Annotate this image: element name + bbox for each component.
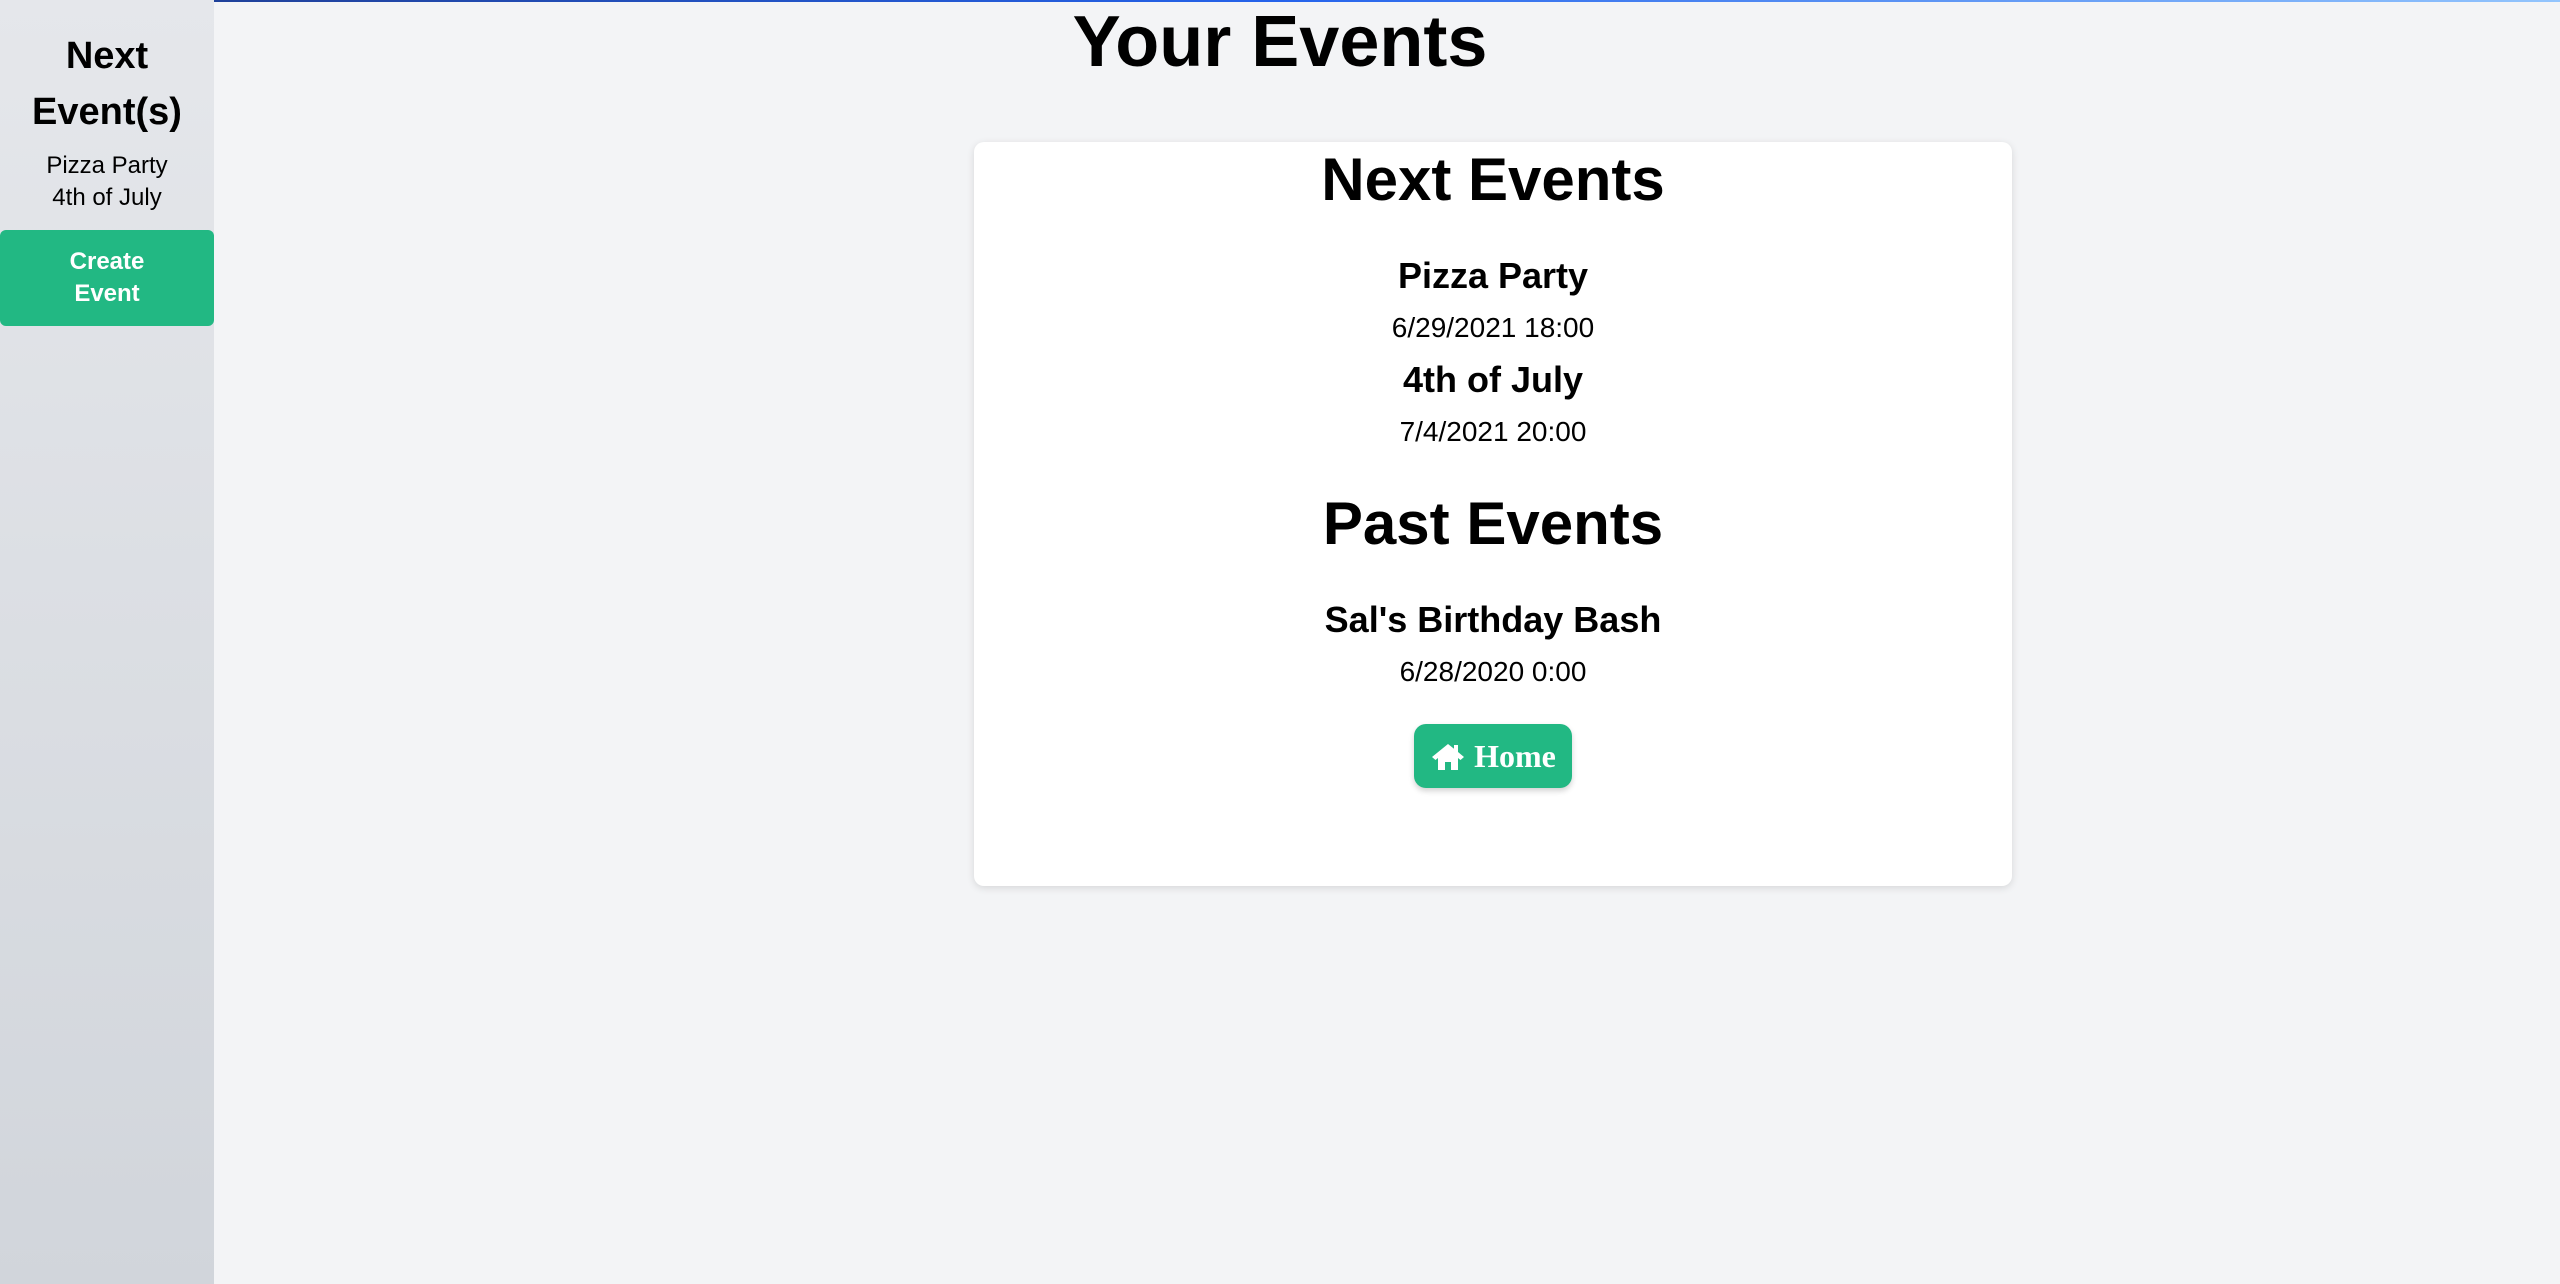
page-title: Your Events — [1072, 2, 1488, 82]
event-name: Pizza Party — [1397, 255, 1589, 296]
event-item: Sal's Birthday Bash 6/28/2020 0:00 — [974, 598, 2012, 690]
event-date: 7/4/2021 20:00 — [1399, 416, 1587, 447]
event-item: 4th of July 7/4/2021 20:00 — [974, 358, 2012, 450]
main-content: Your Events Next Events Pizza Party 6/29… — [214, 0, 2560, 1284]
event-name: 4th of July — [1402, 359, 1584, 400]
sidebar: Next Event(s) Pizza Party 4th of July Cr… — [0, 0, 214, 1284]
sidebar-event-list: Pizza Party 4th of July — [0, 150, 214, 214]
event-date: 6/28/2020 0:00 — [1399, 656, 1587, 687]
home-button[interactable]: Home — [1414, 724, 1572, 788]
past-events-heading: Past Events — [1322, 490, 1664, 557]
events-card: Next Events Pizza Party 6/29/2021 18:00 … — [974, 142, 2012, 886]
sidebar-item-pizza-party: Pizza Party — [46, 152, 168, 179]
next-events-list: Pizza Party 6/29/2021 18:00 4th of July … — [974, 254, 2012, 450]
event-name: Sal's Birthday Bash — [1324, 599, 1662, 640]
next-events-heading: Next Events — [1321, 146, 1665, 213]
event-date: 6/29/2021 18:00 — [1391, 312, 1595, 343]
home-button-row: Home — [974, 724, 2012, 788]
sidebar-item-4th-of-july: 4th of July — [52, 184, 162, 211]
past-events-list: Sal's Birthday Bash 6/28/2020 0:00 — [974, 598, 2012, 690]
event-item: Pizza Party 6/29/2021 18:00 — [974, 254, 2012, 346]
home-icon — [1430, 741, 1466, 771]
home-button-label: Home — [1474, 737, 1556, 774]
create-event-button[interactable]: Create Event — [0, 230, 214, 326]
